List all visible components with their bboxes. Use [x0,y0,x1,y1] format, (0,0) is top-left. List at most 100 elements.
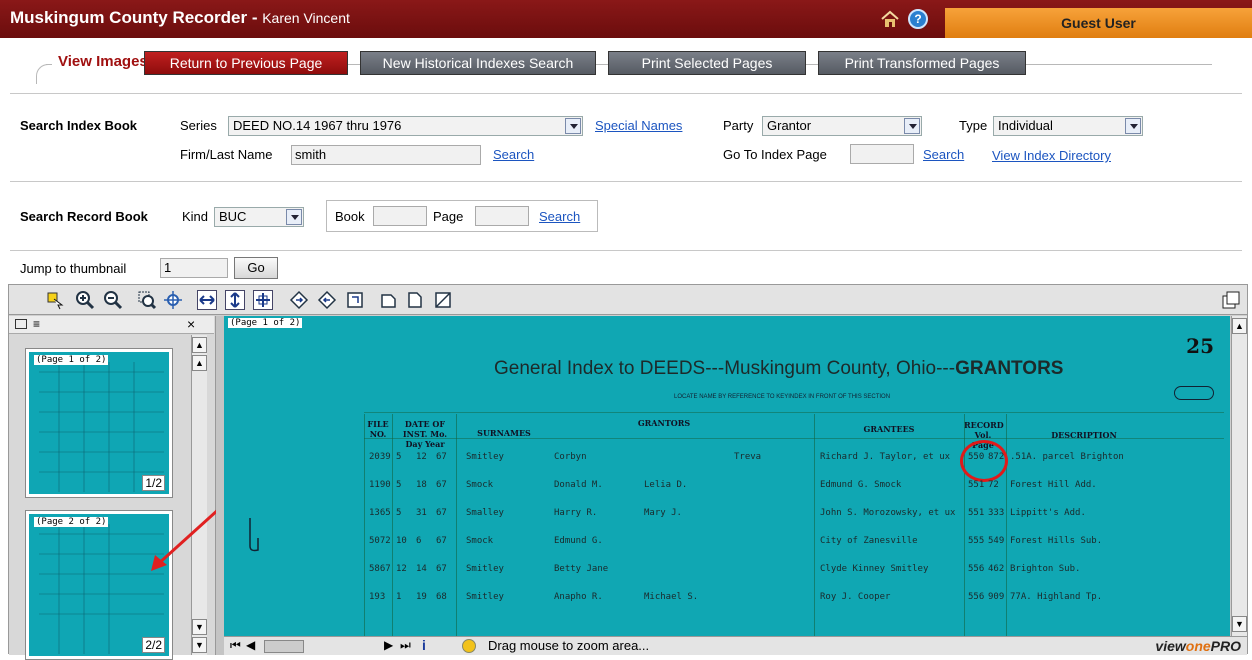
scroll-bottom-icon[interactable]: ▼ [192,637,207,653]
document-page-number: 25 [1186,334,1214,358]
chevron-down-icon[interactable] [1125,118,1141,134]
pan-icon[interactable] [163,290,183,310]
jump-label: Jump to thumbnail [20,261,127,276]
jump-input[interactable]: 1 [160,258,228,278]
row-given: Corbyn [554,452,587,462]
last-name-label: Firm/Last Name [180,147,273,162]
goto-index-label: Go To Index Page [723,147,827,162]
goto-search-link[interactable]: Search [923,147,964,162]
document-title-prefix: General Index to DEEDS---Muskingum Count… [494,358,956,379]
type-select[interactable]: Individual [993,116,1143,136]
document-scrollbar[interactable]: ▲ ▼ [1231,316,1247,636]
name-search-link[interactable]: Search [493,147,534,162]
panel-splitter[interactable] [216,316,224,655]
fullscreen-icon[interactable] [1221,290,1241,310]
scroll-up-icon[interactable]: ▲ [192,355,207,371]
type-value: Individual [998,118,1053,133]
row-mo: 1 [396,592,402,602]
image-viewer: ≡ × (Page 1 of 2) 1/2 (Page 2 of 2) 2/2 … [8,284,1248,660]
title-separator: - [247,8,263,27]
logo-suffix: PRO [1210,638,1241,654]
list-view-icon[interactable]: ≡ [33,317,40,331]
row-description: .51A. parcel Brighton [1010,452,1124,462]
zoom-out-icon[interactable] [103,290,123,310]
row-grantee: John S. Morozowsky, et ux [820,508,956,518]
scroll-down-icon[interactable]: ▼ [1232,616,1247,632]
page-input[interactable] [475,206,529,226]
kind-select[interactable]: BUC [214,207,304,227]
chevron-down-icon[interactable] [286,209,302,225]
first-page-icon[interactable]: ⏮ [230,638,241,653]
page-scroll-track[interactable] [264,640,304,653]
book-label: Book [335,209,365,224]
thumbnail-page-number: 1/2 [142,475,165,491]
thumbnail-view-icon[interactable] [15,319,27,329]
row-day: 19 [416,592,427,602]
fit-height-icon[interactable] [225,290,245,310]
guest-user-label: Guest User [945,8,1252,38]
app-title-text: Muskingum County Recorder [10,8,248,27]
thumbnail-image: (Page 1 of 2) 1/2 [29,352,169,494]
page-copy-icon[interactable] [379,290,399,310]
row-given: Harry R. [554,508,598,518]
flip-icon[interactable] [345,290,365,310]
fit-page-icon[interactable] [253,290,273,310]
home-icon[interactable] [880,10,900,28]
page-icon[interactable] [405,290,425,310]
thumbnail-page-label: (Page 2 of 2) [34,517,109,527]
row-year: 67 [436,452,447,462]
help-icon[interactable]: ? [908,9,928,29]
last-name-input[interactable]: smith [291,145,481,165]
prev-page-icon[interactable]: ◀ [246,638,255,652]
go-button[interactable]: Go [234,257,278,279]
zoom-area-icon[interactable] [137,290,157,310]
chevron-down-icon[interactable] [904,118,920,134]
viewer-status-bar: ⏮ ◀ ▶ ⏭ i Drag mouse to zoom area... vie… [224,636,1247,655]
thumbnail-scrollbar[interactable]: ▲ ▲ ▼ ▼ [191,335,207,655]
row-page: 549 [988,536,1005,546]
index-directory-link[interactable]: View Index Directory [992,148,1111,163]
document-subtitle: LOCATE NAME BY REFERENCE TO KEYINDEX IN … [674,394,891,400]
row-description: Forest Hills Sub. [1010,536,1103,546]
fit-width-icon[interactable] [197,290,217,310]
historical-search-button[interactable]: New Historical Indexes Search [360,51,596,75]
row-year: 67 [436,564,447,574]
rotate-left-icon[interactable] [317,290,337,310]
zoom-in-icon[interactable] [75,290,95,310]
rotate-right-icon[interactable] [289,290,309,310]
close-icon[interactable]: × [187,316,195,332]
thumbnail-header: ≡ × [9,316,214,334]
viewer-toolbar [9,285,1247,315]
col-description: DESCRIPTION [1051,430,1117,440]
logo-one: one [1185,638,1211,654]
return-previous-button[interactable]: Return to Previous Page [144,51,348,75]
row-surname: Smitley [466,564,504,574]
chevron-down-icon[interactable] [565,118,581,134]
thumbnail-page-1[interactable]: (Page 1 of 2) 1/2 [25,348,173,498]
book-input[interactable] [373,206,427,226]
col-date: DATE OF INST. Mo. Day Year [402,419,448,449]
scroll-down-icon[interactable]: ▼ [192,619,207,635]
series-select[interactable]: DEED NO.14 1967 thru 1976 [228,116,583,136]
row-grantee: City of Zanesville [820,536,918,546]
scroll-up-icon[interactable]: ▲ [1232,318,1247,334]
select-pointer-icon[interactable] [45,290,65,310]
row-surname: Smitley [466,452,504,462]
print-selected-button[interactable]: Print Selected Pages [608,51,806,75]
row-file: 5072 [369,536,391,546]
party-select[interactable]: Grantor [762,116,922,136]
row-vol: 556 [968,564,985,574]
row-day: 12 [416,452,427,462]
special-names-link[interactable]: Special Names [595,118,682,133]
page-label: Page [433,209,464,224]
scroll-top-icon[interactable]: ▲ [192,337,207,353]
last-page-icon[interactable]: ⏭ [400,638,411,653]
print-transformed-button[interactable]: Print Transformed Pages [818,51,1026,75]
record-search-link[interactable]: Search [539,209,580,224]
invert-icon[interactable] [433,290,453,310]
next-page-icon[interactable]: ▶ [384,638,393,652]
info-icon[interactable]: i [422,637,426,653]
goto-index-input[interactable] [850,144,914,164]
row-given: Edmund G. [554,536,603,546]
row-day: 18 [416,480,427,490]
